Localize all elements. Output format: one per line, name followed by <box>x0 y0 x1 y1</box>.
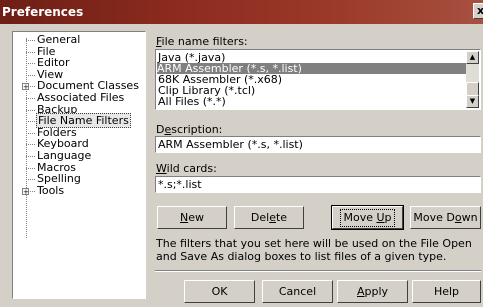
tree-branch-line <box>26 143 35 145</box>
tree-branch-line <box>26 109 35 111</box>
tree-branch-line <box>26 167 35 169</box>
scroll-up-icon[interactable]: ▲ <box>466 51 479 64</box>
file-name-filters-label: File name filters: <box>156 35 248 48</box>
cancel-button[interactable]: Cancel <box>262 280 333 303</box>
description-label: Description: <box>156 123 223 136</box>
wild-cards-field[interactable]: *.s;*.list <box>155 176 481 193</box>
tree-branch-line <box>26 39 35 41</box>
list-item[interactable]: All Files (*.*) <box>158 96 226 107</box>
window-title: Preferences <box>2 5 84 19</box>
list-scrollbar[interactable]: ▲ ▼ <box>466 51 479 108</box>
new-button[interactable]: New <box>157 206 227 229</box>
description-field[interactable]: ARM Assembler (*.s, *.list) <box>155 136 481 153</box>
expand-icon[interactable]: + <box>22 188 29 196</box>
title-bar: Preferences x <box>0 0 483 24</box>
scroll-down-icon[interactable]: ▼ <box>466 95 479 108</box>
expand-icon[interactable]: + <box>22 83 29 91</box>
tree-branch-line <box>26 132 35 134</box>
tree-branch-line <box>26 74 35 76</box>
tree-item[interactable]: Tools <box>26 185 65 197</box>
apply-button[interactable]: Apply <box>337 280 408 303</box>
ok-button[interactable]: OK <box>184 280 255 303</box>
file-name-filters-list[interactable]: Java (*.java) ARM Assembler (*.s, *.list… <box>155 49 481 110</box>
tree-branch-line <box>26 51 35 53</box>
tree-item-label: Tools <box>37 184 65 197</box>
footer-divider <box>155 270 481 272</box>
move-up-button[interactable]: Move Up <box>331 205 404 230</box>
delete-button[interactable]: Delete <box>234 206 304 229</box>
wild-cards-label: Wild cards: <box>156 162 217 175</box>
tree-branch-line <box>26 178 35 180</box>
tree-branch-line <box>26 155 35 157</box>
info-text: The filters that you set here will be us… <box>156 237 472 263</box>
tree-branch-line <box>26 62 35 64</box>
help-button[interactable]: Help <box>412 280 481 303</box>
move-down-button[interactable]: Move Down <box>410 206 481 229</box>
category-tree[interactable]: General File Editor View Document Classes + As… <box>12 31 146 299</box>
tree-branch-line <box>26 97 35 99</box>
tree-branch-line <box>26 120 35 122</box>
close-icon[interactable]: x <box>473 3 483 19</box>
